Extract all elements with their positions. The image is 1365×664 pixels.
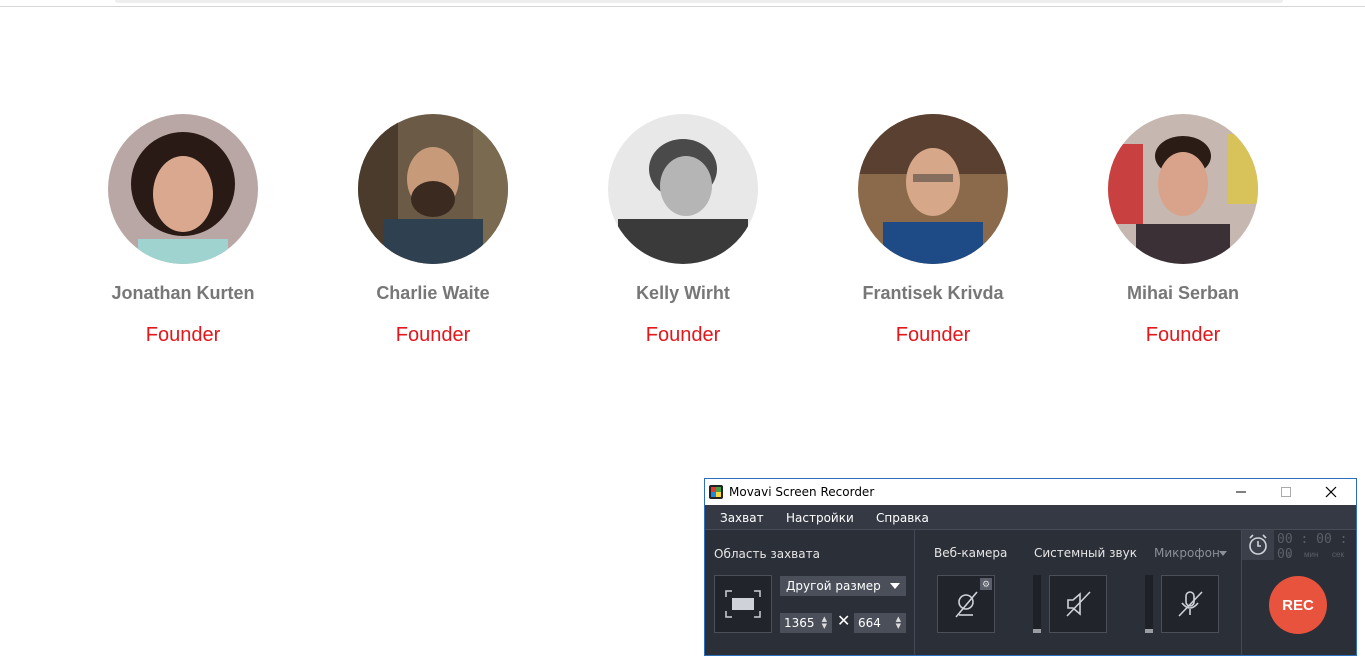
browser-divider [0,6,1365,7]
height-stepper[interactable]: 664 ▲ ▼ [854,613,906,633]
window-title: Movavi Screen Recorder [729,485,875,499]
width-value: 1365 [784,616,815,630]
browser-chrome-edge [115,0,1283,3]
stepper-arrows-icon[interactable]: ▲ ▼ [896,616,901,630]
screen-recorder-window: Movavi Screen Recorder Захват Настройки … [704,478,1357,656]
stepper-arrows-icon[interactable]: ▲ ▼ [822,616,827,630]
webcam-label: Веб-камера [934,546,1008,560]
avatar [608,114,758,264]
member-name: Kelly Wirht [636,283,730,303]
speaker-muted-icon [1066,591,1091,617]
member-name: Charlie Waite [376,283,490,303]
team-member-card: Mihai Serban Founder [1073,114,1293,346]
member-name: Frantisek Krivda [862,283,1004,303]
height-value: 664 [858,616,881,630]
title-bar[interactable]: Movavi Screen Recorder [705,479,1356,505]
timer-unit-minutes: мин [1304,550,1319,559]
size-preset-value: Другой размер [786,579,881,593]
schedule-button[interactable] [1242,530,1274,560]
menu-bar: Захват Настройки Справка [705,505,1356,530]
capture-frame-icon [725,590,761,618]
webcam-toggle-button[interactable]: ⚙ [937,575,995,633]
divider [914,530,915,655]
size-preset-dropdown[interactable]: Другой размер [780,576,906,596]
close-button[interactable] [1309,479,1353,505]
menu-settings[interactable]: Настройки [786,511,854,525]
avatar [858,114,1008,264]
system-volume-slider[interactable] [1033,575,1041,633]
chevron-down-icon[interactable] [1219,551,1227,556]
webcam-off-icon [955,591,978,618]
member-role: Founder [645,324,721,346]
alarm-clock-icon [1249,534,1267,555]
chevron-down-icon [890,583,900,589]
menu-capture[interactable]: Захват [720,511,764,525]
recorder-panel: Область захвата Другой размер 1365 ▲ ▼ ✕ … [705,530,1356,655]
menu-help[interactable]: Справка [876,511,929,525]
member-role: Founder [395,324,471,346]
times-sign: ✕ [837,613,851,630]
minimize-button[interactable] [1219,479,1263,505]
microphone-off-icon [1178,591,1203,617]
microphone-toggle-button[interactable] [1161,575,1219,633]
member-role: Founder [145,324,221,346]
avatar [108,114,258,264]
member-role: Founder [1145,324,1221,346]
timer-unit-hours: ч [1286,550,1291,559]
capture-area-label: Область захвата [714,547,820,561]
avatar [358,114,508,264]
member-role: Founder [895,324,971,346]
microphone-label[interactable]: Микрофон [1154,546,1220,560]
gear-icon[interactable]: ⚙ [980,578,992,590]
maximize-button[interactable] [1264,479,1308,505]
team-member-card: Jonathan Kurten Founder [73,114,293,346]
team-member-card: Charlie Waite Founder [323,114,543,346]
mic-volume-slider[interactable] [1145,575,1153,633]
avatar [1108,114,1258,264]
app-logo-icon [709,485,723,499]
system-sound-label: Системный звук [1034,546,1137,560]
team-member-card: Frantisek Krivda Founder [823,114,1043,346]
member-name: Mihai Serban [1126,283,1240,303]
select-area-button[interactable] [714,575,772,633]
team-member-card: Kelly Wirht Founder [573,114,793,346]
timer-unit-seconds: сек [1332,550,1344,559]
rec-button[interactable]: REC [1269,576,1327,634]
width-stepper[interactable]: 1365 ▲ ▼ [780,613,832,633]
system-sound-toggle-button[interactable] [1049,575,1107,633]
member-name: Jonathan Kurten [111,283,255,303]
